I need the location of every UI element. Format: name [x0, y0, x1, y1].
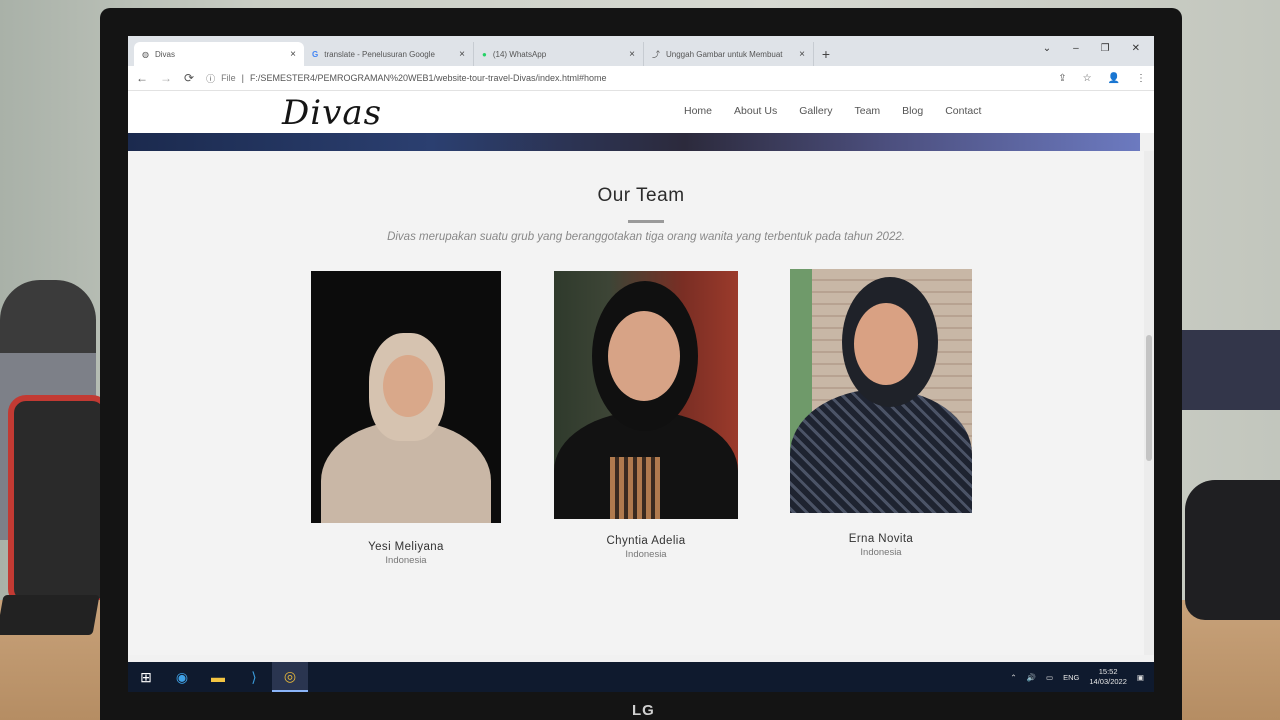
- menu-item-about-us[interactable]: About Us: [734, 105, 777, 117]
- member-name: Erna Novita: [848, 533, 914, 545]
- google-icon: G: [312, 49, 319, 59]
- background-monitor: [1180, 330, 1280, 410]
- upload-icon: ⤴: [652, 49, 660, 59]
- scrollbar-thumb[interactable]: [1146, 335, 1152, 461]
- url-field[interactable]: ⓘ File | F:/SEMESTER4/PEMROGRAMAN%20WEB1…: [206, 72, 1046, 85]
- monitor-brand-logo: LG: [632, 702, 655, 719]
- network-icon[interactable]: ▭: [1046, 673, 1053, 682]
- info-icon[interactable]: ⓘ: [206, 72, 215, 85]
- member-photo: [311, 271, 501, 523]
- site-menu: Home About Us Gallery Team Blog Contact: [684, 105, 981, 117]
- tab-divas[interactable]: ◍ Divas ×: [134, 42, 304, 66]
- tab-whatsapp[interactable]: ● (14) WhatsApp ×: [474, 42, 644, 66]
- member-name: Chyntia Adelia: [606, 535, 686, 547]
- tab-title: Divas: [154, 49, 175, 59]
- photo-figure: [608, 311, 680, 401]
- clock-date: 14/03/2022: [1089, 677, 1127, 686]
- tab-search-icon[interactable]: ⌄: [1043, 43, 1051, 54]
- profile-icon[interactable]: 👤: [1108, 73, 1120, 84]
- member-country: Indonesia: [385, 555, 427, 566]
- clock[interactable]: 15:52 14/03/2022: [1089, 667, 1127, 687]
- close-tab-icon[interactable]: ×: [799, 49, 805, 60]
- close-tab-icon[interactable]: ×: [290, 49, 296, 60]
- menu-item-gallery[interactable]: Gallery: [799, 105, 832, 117]
- address-bar-actions: ⇪ ☆ 👤 ⋮: [1058, 73, 1146, 84]
- hero-image-strip: [128, 133, 1140, 151]
- member-country: Indonesia: [860, 547, 902, 558]
- new-tab-button[interactable]: +: [814, 42, 838, 66]
- menu-item-home[interactable]: Home: [684, 105, 712, 117]
- office-chair: [8, 395, 110, 607]
- photo-figure: [383, 355, 433, 417]
- close-window-button[interactable]: ✕: [1132, 43, 1140, 54]
- member-country: Indonesia: [625, 549, 667, 560]
- member-name: Yesi Meliyana: [368, 541, 444, 553]
- url-separator: |: [241, 73, 244, 83]
- address-bar: ← → ⟳ ⓘ File | F:/SEMESTER4/PEMROGRAMAN%…: [128, 66, 1154, 91]
- member-photo: [790, 269, 972, 513]
- notification-icon[interactable]: ▣: [1137, 673, 1144, 682]
- bookmark-star-icon[interactable]: ☆: [1083, 73, 1092, 84]
- language-indicator[interactable]: ENG: [1063, 673, 1079, 682]
- tab-title: Unggah Gambar untuk Membuat: [666, 49, 783, 59]
- page-scrollbar[interactable]: [1144, 151, 1154, 655]
- windows-start-icon[interactable]: ⊞: [128, 662, 164, 692]
- tab-google[interactable]: G translate - Penelusuran Google ×: [304, 42, 474, 66]
- title-underline: [628, 220, 664, 223]
- whatsapp-icon: ●: [482, 49, 487, 59]
- photo-figure: [854, 303, 918, 385]
- reload-button[interactable]: ⟳: [184, 71, 194, 85]
- phone-on-desk: [0, 595, 100, 635]
- share-icon[interactable]: ⇪: [1058, 73, 1066, 84]
- member-photo: [554, 271, 738, 519]
- menu-item-contact[interactable]: Contact: [945, 105, 981, 117]
- bag: [1185, 480, 1280, 620]
- file-explorer-icon[interactable]: ▬: [200, 662, 236, 692]
- clock-time: 15:52: [1098, 667, 1118, 676]
- tab-title: (14) WhatsApp: [492, 49, 547, 59]
- tab-upload[interactable]: ⤴ Unggah Gambar untuk Membuat ×: [644, 42, 814, 66]
- windows-taskbar: ⊞ ◉ ▬ ⟩ ◎ ⌃ 🔊 ▭ ENG 15:52 14/03/2022 ▣: [128, 662, 1154, 692]
- browser-menu-icon[interactable]: ⋮: [1136, 73, 1146, 84]
- browser-tab-bar: ◍ Divas × G translate - Penelusuran Goog…: [128, 36, 1154, 66]
- team-member-card: Chyntia Adelia Indonesia: [554, 271, 738, 560]
- menu-item-team[interactable]: Team: [854, 105, 880, 117]
- team-member-card: Yesi Meliyana Indonesia: [311, 271, 501, 566]
- close-tab-icon[interactable]: ×: [629, 49, 635, 60]
- forward-button[interactable]: →: [160, 71, 172, 85]
- back-button[interactable]: ←: [136, 71, 148, 85]
- photo-figure: [610, 457, 660, 519]
- restore-button[interactable]: ❐: [1101, 43, 1110, 54]
- site-logo[interactable]: Divas: [282, 93, 382, 133]
- menu-item-blog[interactable]: Blog: [902, 105, 923, 117]
- site-navbar: Divas Home About Us Gallery Team Blog Co…: [128, 91, 1154, 133]
- volume-icon[interactable]: 🔊: [1027, 673, 1036, 682]
- vscode-icon[interactable]: ⟩: [236, 662, 272, 692]
- globe-icon: ◍: [142, 49, 149, 59]
- close-tab-icon[interactable]: ×: [459, 49, 465, 60]
- photo-figure: [790, 389, 972, 513]
- url-text[interactable]: F:/SEMESTER4/PEMROGRAMAN%20WEB1/website-…: [250, 73, 607, 83]
- tab-title: translate - Penelusuran Google: [324, 49, 435, 59]
- screen: ◍ Divas × G translate - Penelusuran Goog…: [128, 36, 1154, 692]
- section-title: Our Team: [597, 185, 685, 206]
- window-controls: ⌄ – ❐ ✕: [1043, 43, 1154, 60]
- tray-expand-icon[interactable]: ⌃: [1010, 673, 1016, 682]
- url-scheme: File: [221, 73, 236, 83]
- team-section: ➚ Our Team Divas merupakan suatu grub ya…: [128, 151, 1154, 655]
- team-member-card: Erna Novita Indonesia: [790, 269, 972, 558]
- minimize-button[interactable]: –: [1073, 43, 1079, 54]
- system-tray: ⌃ 🔊 ▭ ENG 15:52 14/03/2022 ▣: [1010, 667, 1154, 687]
- edge-icon[interactable]: ◉: [164, 662, 200, 692]
- chrome-icon[interactable]: ◎: [272, 662, 308, 692]
- section-subtitle: Divas merupakan suatu grub yang beranggo…: [387, 231, 905, 243]
